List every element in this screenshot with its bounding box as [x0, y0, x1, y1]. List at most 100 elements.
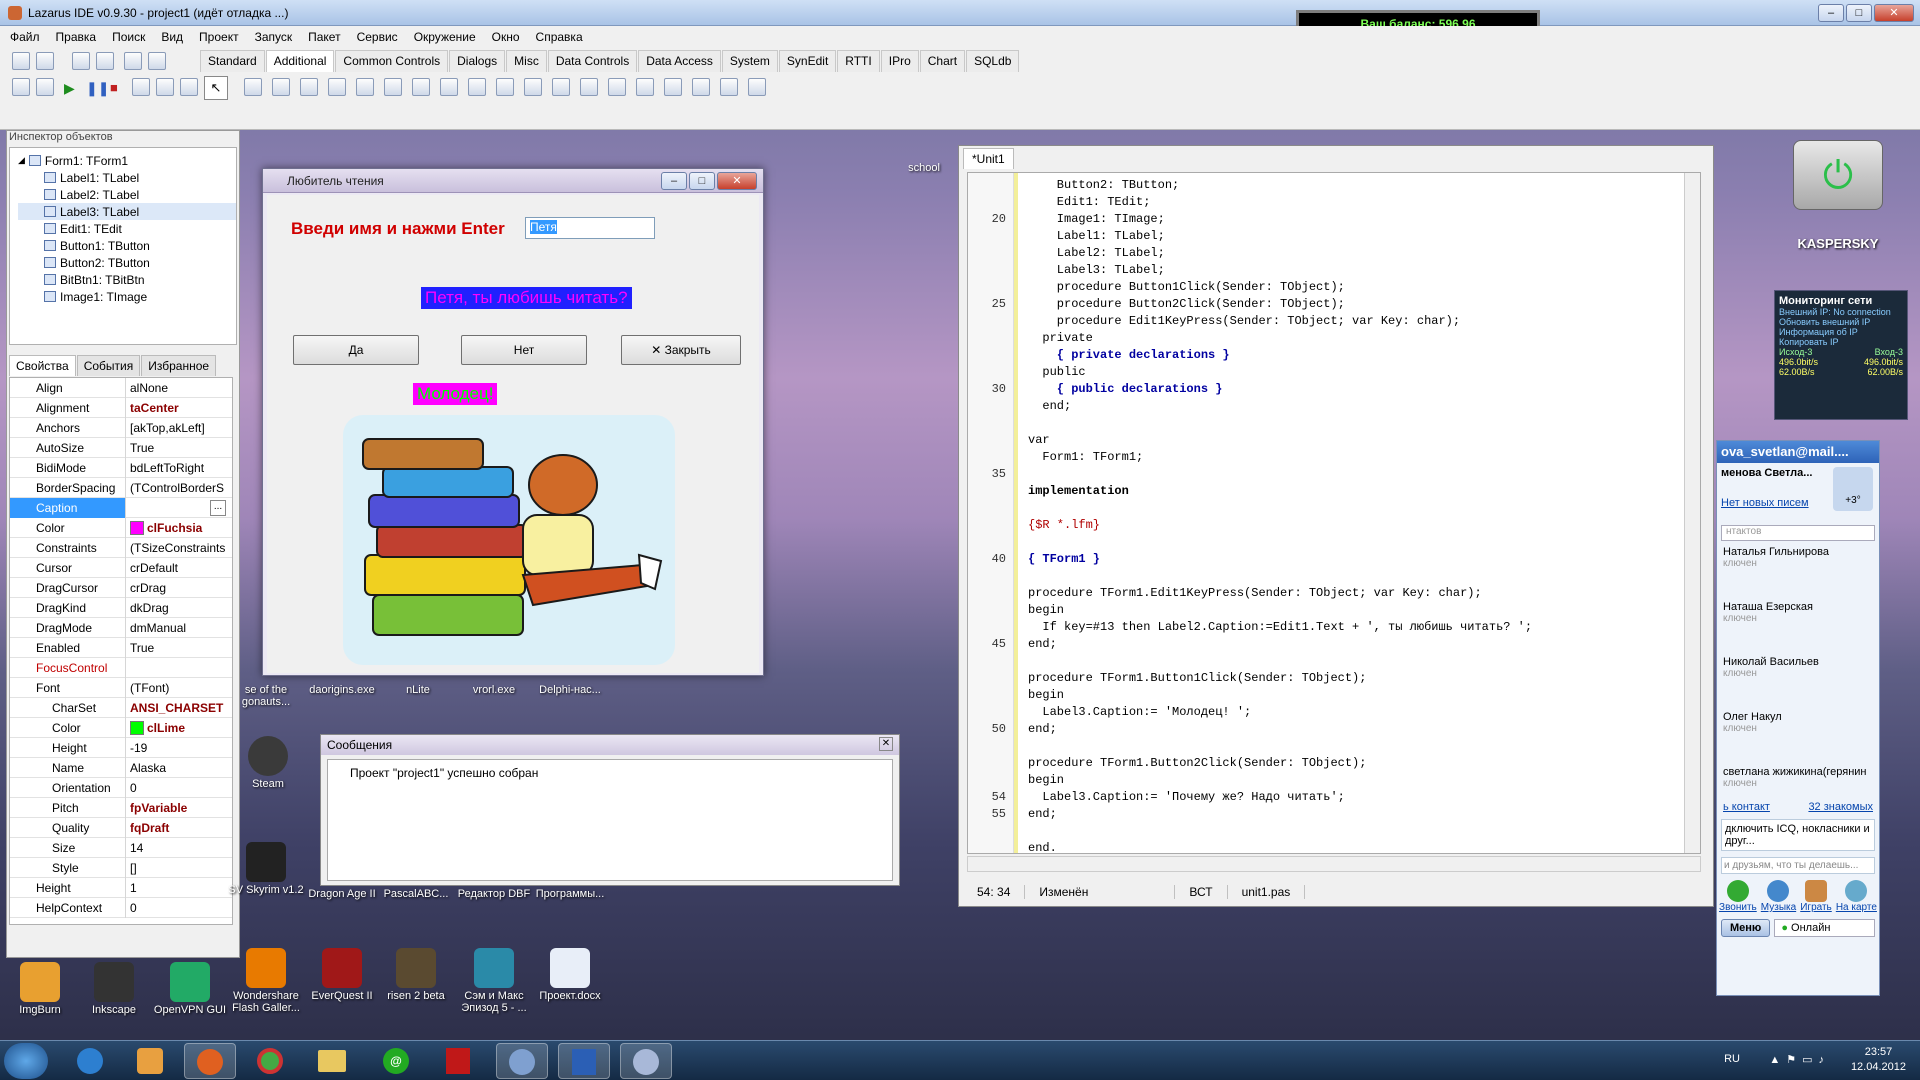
tab-misc[interactable]: Misc: [506, 50, 547, 72]
tab-properties[interactable]: Свойства: [9, 355, 76, 376]
tree-node-button2[interactable]: Button2: TButton: [18, 254, 236, 271]
desktop-icon-nlite[interactable]: nLite: [378, 684, 458, 696]
contact-item[interactable]: Наталья Гильнирова ключен: [1717, 543, 1879, 598]
prop-value[interactable]: ANSI_CHARSET: [126, 698, 232, 718]
prop-value[interactable]: 14: [126, 838, 232, 858]
drawgrid-component-icon[interactable]: [664, 78, 682, 96]
scrollbox-component-icon[interactable]: [580, 78, 598, 96]
bevel-component-icon[interactable]: [384, 78, 402, 96]
language-indicator[interactable]: RU: [1724, 1053, 1740, 1065]
prop-value[interactable]: [126, 658, 232, 678]
menu-search[interactable]: Поиск: [112, 30, 145, 44]
button2-no[interactable]: Нет: [461, 335, 587, 365]
form-minimize-button[interactable]: –: [661, 171, 687, 190]
desktop-icon-imgburn[interactable]: ImgBurn: [0, 962, 80, 1016]
desktop-icon-vrorl[interactable]: vrorl.exe: [454, 684, 534, 696]
prop-value[interactable]: dkDrag: [126, 598, 232, 618]
applicationproperties-component-icon[interactable]: [608, 78, 626, 96]
open-icon[interactable]: [36, 52, 54, 70]
taskbar-mail-agent-icon[interactable]: @: [370, 1043, 422, 1079]
tab-system[interactable]: System: [721, 50, 778, 72]
prop-value[interactable]: fpVariable: [126, 798, 232, 818]
menu-environment[interactable]: Окружение: [414, 30, 476, 44]
taskbar-project-app-icon[interactable]: [620, 1043, 672, 1079]
tab-sqldb[interactable]: SQLdb: [966, 50, 1020, 72]
prop-value[interactable]: []: [126, 858, 232, 878]
prop-value[interactable]: crDefault: [126, 558, 232, 578]
map-button[interactable]: На карте: [1836, 880, 1877, 913]
pause-icon[interactable]: ❚❚: [86, 80, 109, 97]
menu-window[interactable]: Окно: [492, 30, 520, 44]
tab-data-access[interactable]: Data Access: [638, 50, 721, 72]
desktop-icon-argonauts[interactable]: se of the gonauts...: [226, 684, 306, 708]
desktop-icon-risen[interactable]: risen 2 beta: [376, 948, 456, 1002]
prop-value[interactable]: 0: [126, 898, 232, 918]
desktop-icon-daorigins[interactable]: daorigins.exe: [302, 684, 382, 696]
taskbar-acrobat-icon[interactable]: [432, 1043, 484, 1079]
editor-horizontal-scrollbar[interactable]: [967, 856, 1701, 872]
prop-value[interactable]: alNone: [126, 378, 232, 398]
taskbar-word-icon[interactable]: [558, 1043, 610, 1079]
bitbtn1-close[interactable]: ✕ Закрыть: [621, 335, 741, 365]
tree-node-label3[interactable]: Label3: TLabel: [18, 203, 236, 220]
tree-node-label1[interactable]: Label1: TLabel: [18, 169, 236, 186]
tab-ipro[interactable]: IPro: [880, 50, 919, 72]
new-form-icon[interactable]: [124, 52, 142, 70]
network-ip-info[interactable]: Информация об IP: [1779, 327, 1903, 337]
tab-data-controls[interactable]: Data Controls: [547, 50, 638, 72]
prop-value[interactable]: bdLeftToRight: [126, 458, 232, 478]
menu-view[interactable]: Вид: [161, 30, 183, 44]
tab-additional[interactable]: Additional: [265, 50, 335, 72]
prop-value[interactable]: (TControlBorderS: [126, 478, 232, 498]
taskbar-ie-icon[interactable]: [64, 1043, 116, 1079]
desktop-icon-steam[interactable]: Steam: [228, 736, 308, 790]
desktop-icon-openvpn[interactable]: OpenVPN GUI: [150, 962, 230, 1016]
prop-value[interactable]: [akTop,akLeft]: [126, 418, 232, 438]
menu-tools[interactable]: Сервис: [357, 30, 398, 44]
games-button[interactable]: Играть: [1800, 880, 1832, 913]
paintbox-component-icon[interactable]: [412, 78, 430, 96]
shape-component-icon[interactable]: [356, 78, 374, 96]
prop-value[interactable]: dmManual: [126, 618, 232, 638]
taskbar-explorer-icon[interactable]: [306, 1043, 358, 1079]
menu-run[interactable]: Запуск: [255, 30, 293, 44]
prop-value[interactable]: (TFont): [126, 678, 232, 698]
tree-node-form1[interactable]: ◢ Form1: TForm1: [18, 152, 236, 169]
prop-value[interactable]: True: [126, 438, 232, 458]
edit1-name-input[interactable]: Петя: [525, 217, 655, 239]
contact-item[interactable]: светлана жижикина(герянин ключен: [1717, 763, 1879, 801]
prop-value[interactable]: 0: [126, 778, 232, 798]
menu-edit[interactable]: Правка: [56, 30, 97, 44]
toggle-form-icon[interactable]: [148, 52, 166, 70]
music-button[interactable]: Музыка: [1761, 880, 1796, 913]
desktop-icon-wondershare[interactable]: Wondershare Flash Galler...: [226, 948, 306, 1014]
prop-value[interactable]: fqDraft: [126, 818, 232, 838]
menu-file[interactable]: Файл: [10, 30, 40, 44]
maximize-button[interactable]: □: [1846, 3, 1872, 22]
taskbar-firefox-icon[interactable]: [184, 1043, 236, 1079]
tree-node-bitbtn1[interactable]: BitBtn1: TBitBtn: [18, 271, 236, 288]
ellipsis-button[interactable]: ...: [210, 499, 226, 516]
prop-value[interactable]: True: [126, 638, 232, 658]
tree-node-image1[interactable]: Image1: TImage: [18, 288, 236, 305]
labelededit-component-icon[interactable]: [440, 78, 458, 96]
stop-icon[interactable]: ■: [110, 80, 118, 95]
step-into-icon[interactable]: [132, 78, 150, 96]
trayicon-component-icon[interactable]: [496, 78, 514, 96]
messages-close-icon[interactable]: ✕: [879, 737, 893, 751]
tab-synedit[interactable]: SynEdit: [778, 50, 837, 72]
taskbar-media-icon[interactable]: [124, 1043, 176, 1079]
prop-value[interactable]: crDrag: [126, 578, 232, 598]
tab-standard[interactable]: Standard: [200, 50, 265, 72]
kaspersky-widget[interactable]: ⏻ KASPERSKY: [1778, 140, 1898, 258]
prop-value[interactable]: clFuchsia: [126, 518, 232, 538]
weather-widget[interactable]: +3°: [1833, 467, 1873, 511]
start-button[interactable]: [4, 1043, 48, 1079]
menu-help[interactable]: Справка: [536, 30, 583, 44]
agent-menu-button[interactable]: Меню: [1721, 919, 1771, 937]
contact-search-input[interactable]: нтактов: [1721, 525, 1875, 541]
tab-favorites[interactable]: Избранное: [141, 355, 217, 376]
view-units-icon[interactable]: [12, 78, 30, 96]
stringgrid-component-icon[interactable]: [636, 78, 654, 96]
taskbar-chrome-icon[interactable]: [244, 1043, 296, 1079]
